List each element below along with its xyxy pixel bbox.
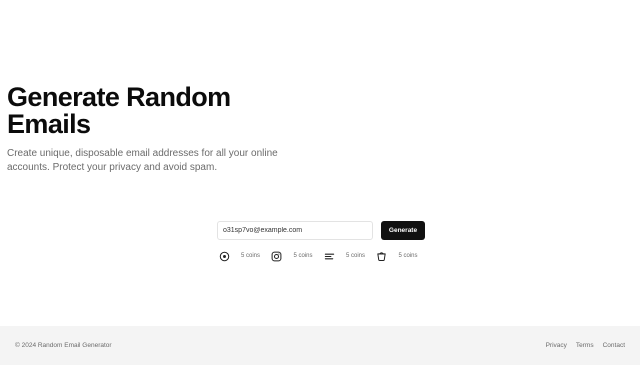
coin-label: 5 coins bbox=[346, 253, 366, 259]
generator-controls: Generate bbox=[217, 221, 427, 240]
coins-row: 5 coins 5 coins 5 coins 5 coins bbox=[217, 249, 427, 263]
coin-label: 5 coins bbox=[398, 253, 418, 259]
hero-section: Generate Random Emails Create unique, di… bbox=[7, 84, 307, 174]
coin-label: 5 coins bbox=[293, 253, 313, 259]
target-circle-icon bbox=[217, 249, 231, 263]
page: Generate Random Emails Create unique, di… bbox=[0, 0, 640, 365]
footer-links: Privacy Terms Contact bbox=[546, 342, 625, 349]
page-title-line-1: Generate Random bbox=[7, 82, 231, 112]
email-generator: Generate 5 coins bbox=[217, 221, 427, 263]
page-title-line-2: Emails bbox=[7, 109, 91, 139]
copyright-text: © 2024 Random Email Generator bbox=[15, 342, 112, 349]
instagram-icon bbox=[270, 249, 284, 263]
generate-button[interactable]: Generate bbox=[381, 221, 425, 240]
coin-option-2[interactable]: 5 coins bbox=[270, 249, 323, 263]
email-input[interactable] bbox=[217, 221, 373, 240]
text-lines-icon bbox=[322, 249, 336, 263]
footer-link-privacy[interactable]: Privacy bbox=[546, 342, 567, 349]
footer-link-terms[interactable]: Terms bbox=[576, 342, 594, 349]
page-subtitle: Create unique, disposable email addresse… bbox=[7, 148, 278, 173]
footer-link-contact[interactable]: Contact bbox=[603, 342, 625, 349]
footer: © 2024 Random Email Generator Privacy Te… bbox=[0, 326, 640, 365]
coin-option-1[interactable]: 5 coins bbox=[217, 249, 270, 263]
basket-icon bbox=[375, 249, 389, 263]
coin-option-4[interactable]: 5 coins bbox=[375, 249, 428, 263]
page-title: Generate Random Emails bbox=[7, 84, 307, 138]
coin-option-3[interactable]: 5 coins bbox=[322, 249, 375, 263]
coin-label: 5 coins bbox=[241, 253, 261, 259]
